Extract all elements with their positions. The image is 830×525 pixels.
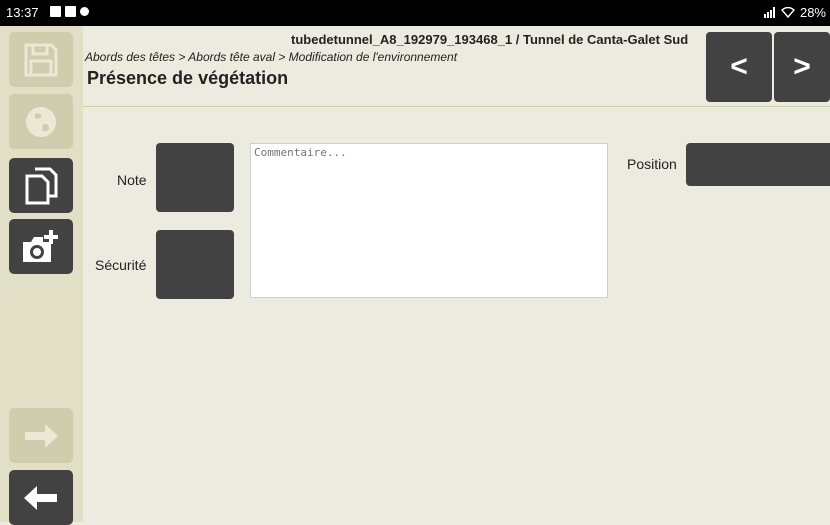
arrow-right-icon xyxy=(25,423,58,448)
previous-button[interactable]: < xyxy=(706,32,772,102)
notification-image-icon xyxy=(50,6,61,17)
header-title: tubedetunnel_A8_192979_193468_1 / Tunnel… xyxy=(291,32,689,47)
wifi-icon xyxy=(780,7,795,18)
add-photo-button[interactable] xyxy=(9,219,73,274)
comment-textarea[interactable] xyxy=(250,143,608,298)
signal-icon xyxy=(763,7,775,18)
securite-label: Sécurité xyxy=(95,257,147,273)
status-time: 13:37 xyxy=(6,5,39,20)
previous-label: < xyxy=(730,50,748,83)
copy-icon xyxy=(25,167,58,204)
note-selector[interactable] xyxy=(156,143,234,212)
save-button[interactable] xyxy=(9,32,73,87)
note-label: Note xyxy=(117,172,147,188)
position-label: Position xyxy=(627,156,677,172)
next-button[interactable]: > xyxy=(774,32,830,102)
position-selector[interactable] xyxy=(686,143,830,186)
add-photo-icon xyxy=(23,229,58,262)
globe-button[interactable] xyxy=(9,94,73,149)
breadcrumb: Abords des têtes > Abords tête aval > Mo… xyxy=(85,50,458,64)
status-right: 28% xyxy=(763,5,826,20)
status-bar: 13:37 28% xyxy=(0,0,830,26)
next-label: > xyxy=(793,50,811,83)
sidebar xyxy=(0,26,83,525)
globe-icon xyxy=(26,106,56,137)
notification-gallery-icon xyxy=(65,6,76,17)
arrow-left-icon xyxy=(24,485,57,510)
header-divider xyxy=(83,106,830,107)
back-button[interactable] xyxy=(9,470,73,525)
notification-icons xyxy=(50,6,89,17)
securite-selector[interactable] xyxy=(156,230,234,299)
save-icon xyxy=(24,43,58,76)
notification-dot-icon xyxy=(80,7,89,16)
copy-button[interactable] xyxy=(9,158,73,213)
next-step-button[interactable] xyxy=(9,408,73,463)
battery-percent: 28% xyxy=(799,5,826,20)
page-title: Présence de végétation xyxy=(87,68,289,88)
